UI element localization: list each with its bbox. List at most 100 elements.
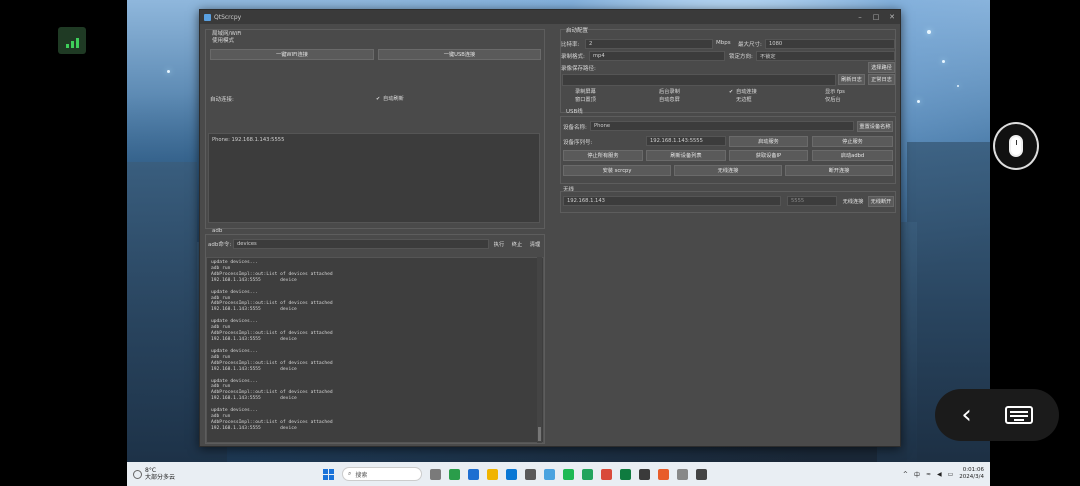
- wireless-port-input[interactable]: 5555: [787, 196, 837, 206]
- lock-orientation-select[interactable]: 不锁定: [756, 51, 895, 61]
- weather-widget[interactable]: 8°C 大部分多云: [133, 467, 323, 481]
- mouse-icon: [1009, 135, 1023, 157]
- log-entry: update devices... adb run AdbProcessImpl…: [211, 289, 333, 313]
- config-checkbox[interactable]: 无边框: [729, 96, 752, 103]
- app-icon-6[interactable]: [639, 468, 650, 480]
- adb-run-button[interactable]: 执行: [491, 239, 507, 250]
- app-icon-8[interactable]: [677, 468, 688, 480]
- app-icon-9[interactable]: [696, 468, 707, 480]
- auto-refresh-checkbox[interactable]: ✔ 自动刷新: [376, 95, 404, 103]
- device-name-label: 设备名称:: [563, 125, 587, 131]
- vscode-icon[interactable]: [620, 468, 631, 480]
- record-path-label: 录像保存路径:: [561, 66, 596, 72]
- device-list-item[interactable]: Phone: 192.168.1.143:5555: [212, 137, 284, 143]
- wifi-icon[interactable]: ≈: [926, 471, 931, 478]
- adb-group-title: adb: [212, 228, 223, 234]
- normal-log-button[interactable]: 正常日志: [868, 74, 895, 85]
- serial-label: 设备序列号:: [563, 140, 593, 146]
- check-icon: ✔: [729, 88, 734, 95]
- cloud-icon: [133, 469, 142, 479]
- config-checkbox-label: 无边框: [736, 97, 752, 103]
- config-checkbox[interactable]: 仅后台: [818, 96, 841, 103]
- refresh-devices-button[interactable]: 刷新设备列表: [646, 150, 726, 161]
- log-entry: update devices... adb run AdbProcessImpl…: [211, 260, 333, 283]
- usage-mode-label: 使用模式: [212, 38, 235, 44]
- select-path-button[interactable]: 选择路径: [868, 62, 895, 73]
- close-icon[interactable]: ✕: [884, 13, 900, 21]
- mouse-mode-button[interactable]: [993, 122, 1039, 170]
- bitrate-label: 比特率:: [561, 42, 580, 48]
- disconnect-device-button[interactable]: 断开连接: [785, 165, 893, 176]
- start-adbd-button[interactable]: 启动adbd: [812, 150, 893, 161]
- config-checkbox[interactable]: 自动息屏: [652, 96, 680, 103]
- qtscrcpy-window: QtScrcpy – □ ✕ 局域网/WiFi 使用模式 一键WIFI连接 一键…: [199, 9, 901, 447]
- phone-left-bar: [0, 0, 127, 486]
- task-view-icon[interactable]: [430, 468, 441, 480]
- get-ip-button[interactable]: 获取设备IP: [729, 150, 808, 161]
- log-entry: update devices... adb run AdbProcessImpl…: [211, 408, 333, 431]
- adb-clear-button[interactable]: 清理: [527, 239, 543, 250]
- title-bar[interactable]: QtScrcpy – □ ✕: [200, 10, 900, 24]
- bitrate-input[interactable]: 2: [585, 39, 713, 49]
- log-entry: update devices... adb run AdbProcessImpl…: [211, 348, 333, 372]
- usb-connect-button[interactable]: 一键USB连接: [378, 49, 541, 60]
- app-icon-3[interactable]: [544, 468, 555, 480]
- device-list[interactable]: Phone: 192.168.1.143:5555: [208, 133, 540, 223]
- back-chevron-icon[interactable]: ‹: [961, 402, 971, 428]
- config-checkbox[interactable]: 显示 fps: [818, 88, 845, 95]
- config-checkbox-label: 自动息屏: [659, 97, 680, 103]
- app-icon-4[interactable]: [563, 468, 574, 480]
- wireless-connect-button[interactable]: 无线连接: [840, 196, 866, 207]
- app-icon-7[interactable]: [658, 468, 669, 480]
- log-scrollbar[interactable]: [537, 257, 542, 443]
- adb-stop-button[interactable]: 终止: [509, 239, 525, 250]
- check-icon: ✔: [376, 95, 381, 102]
- clock-date: 2024/3/4: [959, 474, 984, 480]
- store-icon[interactable]: [506, 468, 517, 480]
- edge-icon[interactable]: [468, 468, 479, 480]
- bitrate-unit: Mbps: [716, 40, 731, 46]
- stop-service-button[interactable]: 停止服务: [812, 136, 893, 147]
- app-icon-1[interactable]: [449, 468, 460, 480]
- adb-command-input[interactable]: devices: [233, 239, 489, 249]
- battery-icon[interactable]: ▭: [948, 471, 954, 478]
- app-icon-5[interactable]: [601, 468, 612, 480]
- rename-device-button[interactable]: 重置设备名称: [857, 121, 893, 132]
- wechat-icon[interactable]: [582, 468, 593, 480]
- config-checkbox-label: 录制屏幕: [575, 89, 596, 95]
- keyboard-icon[interactable]: [1004, 406, 1033, 424]
- search-icon: ⌕: [348, 470, 352, 477]
- record-format-select[interactable]: mp4: [589, 51, 725, 61]
- app-icon-2[interactable]: [525, 468, 536, 480]
- max-size-select[interactable]: 1080: [765, 39, 895, 49]
- serial-select[interactable]: 192.168.1.143:5555: [646, 136, 726, 146]
- file-explorer-icon[interactable]: [487, 468, 498, 480]
- minimize-icon[interactable]: –: [852, 13, 868, 21]
- config-checkbox[interactable]: 后台录制: [652, 88, 680, 95]
- log-output[interactable]: update devices... adb run AdbProcessImpl…: [206, 257, 544, 443]
- start-service-button[interactable]: 启动服务: [729, 136, 808, 147]
- record-path-input[interactable]: [562, 74, 836, 86]
- stop-all-button[interactable]: 停止所有服务: [563, 150, 643, 161]
- maximize-icon[interactable]: □: [868, 13, 884, 21]
- volume-icon[interactable]: ◀: [937, 471, 942, 478]
- ime-icon[interactable]: 中: [914, 470, 920, 479]
- signal-icon[interactable]: [58, 27, 86, 54]
- config-checkbox-label: 显示 fps: [825, 89, 845, 95]
- wireless-connect-device-button[interactable]: 无线连接: [674, 165, 782, 176]
- wireless-ip-input[interactable]: 192.168.1.143: [563, 196, 781, 206]
- device-name-input[interactable]: Phone: [590, 121, 854, 131]
- config-checkbox[interactable]: ✔ 自动连接: [729, 88, 757, 96]
- refresh-log-button[interactable]: 刷新日志: [838, 74, 865, 85]
- taskbar-clock[interactable]: 0:01:06 2024/3/4: [959, 467, 984, 481]
- chevron-up-icon[interactable]: ^: [903, 471, 908, 478]
- wireless-disconnect-button[interactable]: 无线断开: [868, 196, 894, 207]
- install-scrcpy-button[interactable]: 安装 scrcpy: [563, 165, 671, 176]
- windows-start-icon[interactable]: [323, 468, 334, 480]
- config-checkbox[interactable]: 录制屏幕: [568, 88, 596, 95]
- config-checkbox[interactable]: 窗口置顶: [568, 96, 596, 103]
- wifi-connect-button[interactable]: 一键WIFI连接: [210, 49, 374, 60]
- config-checkbox-label: 仅后台: [825, 97, 841, 103]
- max-size-label: 最大尺寸:: [738, 42, 762, 48]
- taskbar-search[interactable]: ⌕ 搜索: [342, 467, 422, 481]
